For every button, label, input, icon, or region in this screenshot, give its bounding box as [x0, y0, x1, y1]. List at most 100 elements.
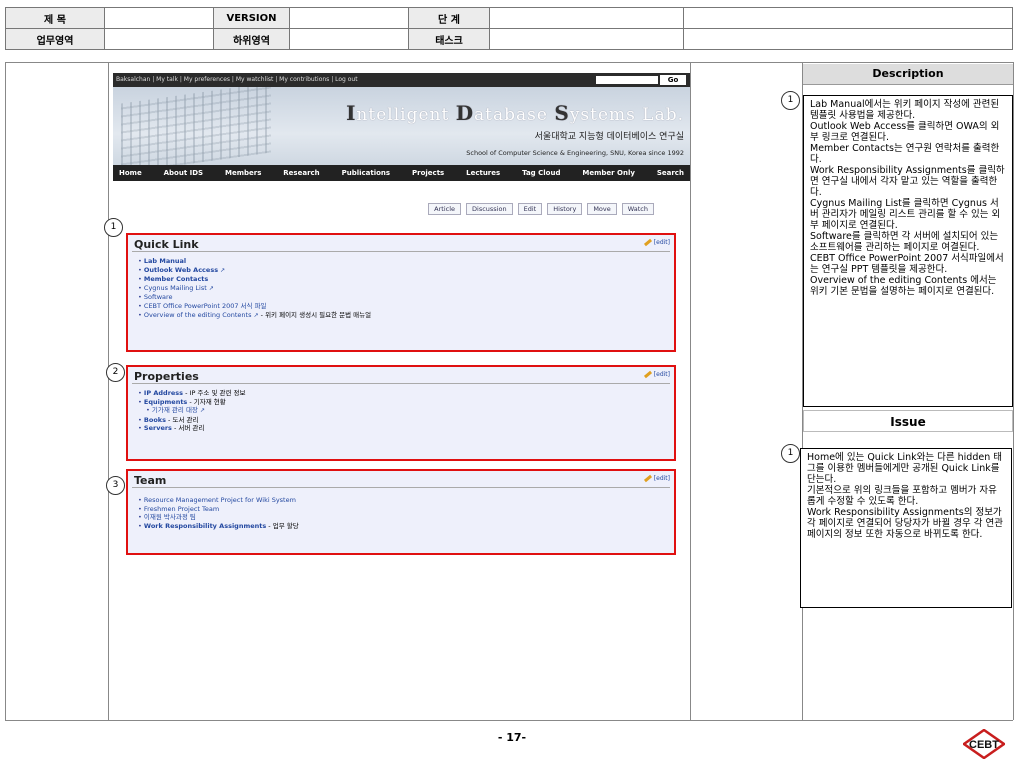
section-title: Team [134, 474, 167, 487]
team-section: Team [edit] Resource Management Project … [126, 469, 676, 555]
task-label: 태스크 [408, 28, 490, 50]
nav-publications[interactable]: Publications [342, 169, 391, 177]
tab-edit[interactable]: Edit [517, 203, 543, 215]
frame-divider-2 [690, 62, 691, 720]
list-item[interactable]: Equipments - 기자재 현황 [138, 398, 674, 407]
building-image [121, 87, 271, 165]
stage-value [489, 7, 684, 29]
lab-banner: Intelligent Database Systems Lab. 서울대학교 … [113, 87, 690, 165]
list-item[interactable]: Resource Management Project for Wiki Sys… [138, 496, 674, 505]
user-bar: Baksalchan | My talk | My preferences | … [113, 73, 690, 87]
task-value [489, 28, 684, 50]
issue-box: Home에 있는 Quick Link와는 다른 hidden 태그를 이용한 … [800, 448, 1012, 608]
frame-divider-1 [108, 62, 109, 720]
section-title: Properties [134, 370, 199, 383]
user-links[interactable]: Baksalchan | My talk | My preferences | … [116, 76, 358, 83]
version-label: VERSION [213, 7, 290, 29]
list-item[interactable]: Cygnus Mailing List ↗ [138, 284, 674, 294]
description-text: Lab Manual에서는 위키 페이지 작성에 관련된 템플릿 사용법을 제공… [810, 99, 1005, 297]
nav-members[interactable]: Members [225, 169, 261, 177]
wiki-screenshot: Baksalchan | My talk | My preferences | … [113, 73, 690, 601]
tab-watch[interactable]: Watch [621, 203, 654, 215]
nav-tag-cloud[interactable]: Tag Cloud [522, 169, 560, 177]
section-header: Quick Link [edit] [132, 235, 670, 252]
tab-history[interactable]: History [547, 203, 583, 215]
lab-title: Intelligent Database Systems Lab. [346, 101, 684, 125]
list-item[interactable]: Outlook Web Access ↗ [138, 266, 674, 276]
search-input[interactable] [596, 76, 658, 84]
callout-marker-2: 2 [106, 363, 125, 382]
frame-left-line [5, 62, 6, 720]
pencil-icon [643, 370, 652, 379]
extra-cell [683, 7, 1013, 29]
edit-link[interactable]: [edit] [643, 238, 670, 247]
list-item[interactable]: Member Contacts [138, 275, 674, 284]
external-link-icon: ↗ [208, 284, 214, 292]
list-item[interactable]: Books - 도서 관리 [138, 416, 674, 425]
lab-korean-name: 서울대학교 지능형 데이터베이스 연구실 [534, 132, 684, 142]
callout-marker-3: 3 [106, 476, 125, 495]
list-item[interactable]: Overview of the editing Contents ↗ - 위키 … [138, 311, 674, 321]
page-number: - 17- [497, 731, 527, 744]
nav-home[interactable]: Home [119, 169, 142, 177]
page-tabs: Article Discussion Edit History Move Wat… [428, 203, 654, 215]
list-item[interactable]: Freshmen Project Team [138, 505, 674, 514]
description-marker: 1 [781, 91, 800, 110]
lab-school: School of Computer Science & Engineering… [466, 149, 684, 157]
pencil-icon [643, 238, 652, 247]
tab-discussion[interactable]: Discussion [466, 203, 513, 215]
nav-projects[interactable]: Projects [412, 169, 444, 177]
nav-lectures[interactable]: Lectures [466, 169, 500, 177]
go-button[interactable]: Go [660, 75, 686, 85]
biz-area-value [104, 28, 214, 50]
list-item[interactable]: CEBT Office PowerPoint 2007 서식 파일 [138, 302, 674, 311]
quick-link-list: Lab Manual Outlook Web Access ↗ Member C… [128, 257, 674, 320]
frame-right-line [1013, 62, 1014, 720]
sub-area-label: 하위영역 [213, 28, 290, 50]
frame-bottom-line [5, 720, 1013, 721]
pencil-icon [643, 474, 652, 483]
title-label: 제 목 [5, 7, 105, 29]
section-title: Quick Link [134, 238, 199, 251]
tab-article[interactable]: Article [428, 203, 462, 215]
list-item[interactable]: 이재원 박사과정 팀 [138, 513, 674, 522]
section-header: Team [edit] [132, 471, 670, 488]
external-link-icon: ↗ [220, 266, 226, 274]
list-item[interactable]: 기가재 관리 대장 ↗ [138, 406, 674, 416]
team-list: Resource Management Project for Wiki Sys… [128, 496, 674, 530]
logo-text: CEBT [969, 739, 999, 751]
edit-link[interactable]: [edit] [643, 370, 670, 379]
list-item[interactable]: Servers - 서버 관리 [138, 424, 674, 433]
list-item[interactable]: IP Address - IP 주소 및 관련 정보 [138, 389, 674, 398]
frame-top-line [5, 62, 1013, 63]
extra-cell-2 [683, 28, 1013, 50]
version-value [289, 7, 409, 29]
sub-area-value [289, 28, 409, 50]
edit-link[interactable]: [edit] [643, 474, 670, 483]
tab-move[interactable]: Move [587, 203, 617, 215]
list-item[interactable]: Software [138, 293, 674, 302]
main-nav: Home About IDS Members Research Publicat… [113, 165, 690, 181]
cebt-logo: CEBT [963, 729, 1005, 759]
external-link-icon: ↗ [199, 407, 206, 415]
callout-marker-1: 1 [104, 218, 123, 237]
issue-header: Issue [803, 410, 1013, 432]
nav-research[interactable]: Research [283, 169, 319, 177]
description-header: Description [803, 64, 1013, 85]
nav-about[interactable]: About IDS [164, 169, 203, 177]
list-item[interactable]: Work Responsibility Assignments - 업무 할당 [138, 522, 674, 531]
properties-section: Properties [edit] IP Address - IP 주소 및 관… [126, 365, 676, 461]
document-header-table: 제 목 VERSION 단 계 업무영역 하위영역 태스크 [5, 7, 1013, 50]
description-box: Lab Manual에서는 위키 페이지 작성에 관련된 템플릿 사용법을 제공… [803, 95, 1013, 407]
stage-label: 단 계 [408, 7, 490, 29]
title-value [104, 7, 214, 29]
nav-member-only[interactable]: Member Only [582, 169, 635, 177]
list-item[interactable]: Lab Manual [138, 257, 674, 266]
properties-list: IP Address - IP 주소 및 관련 정보 Equipments - … [128, 389, 674, 433]
quick-link-section: Quick Link [edit] Lab Manual Outlook Web… [126, 233, 676, 352]
section-header: Properties [edit] [132, 367, 670, 384]
issue-marker: 1 [781, 444, 800, 463]
issue-text: Home에 있는 Quick Link와는 다른 hidden 태그를 이용한 … [807, 452, 1003, 540]
biz-area-label: 업무영역 [5, 28, 105, 50]
nav-search[interactable]: Search [657, 169, 684, 177]
